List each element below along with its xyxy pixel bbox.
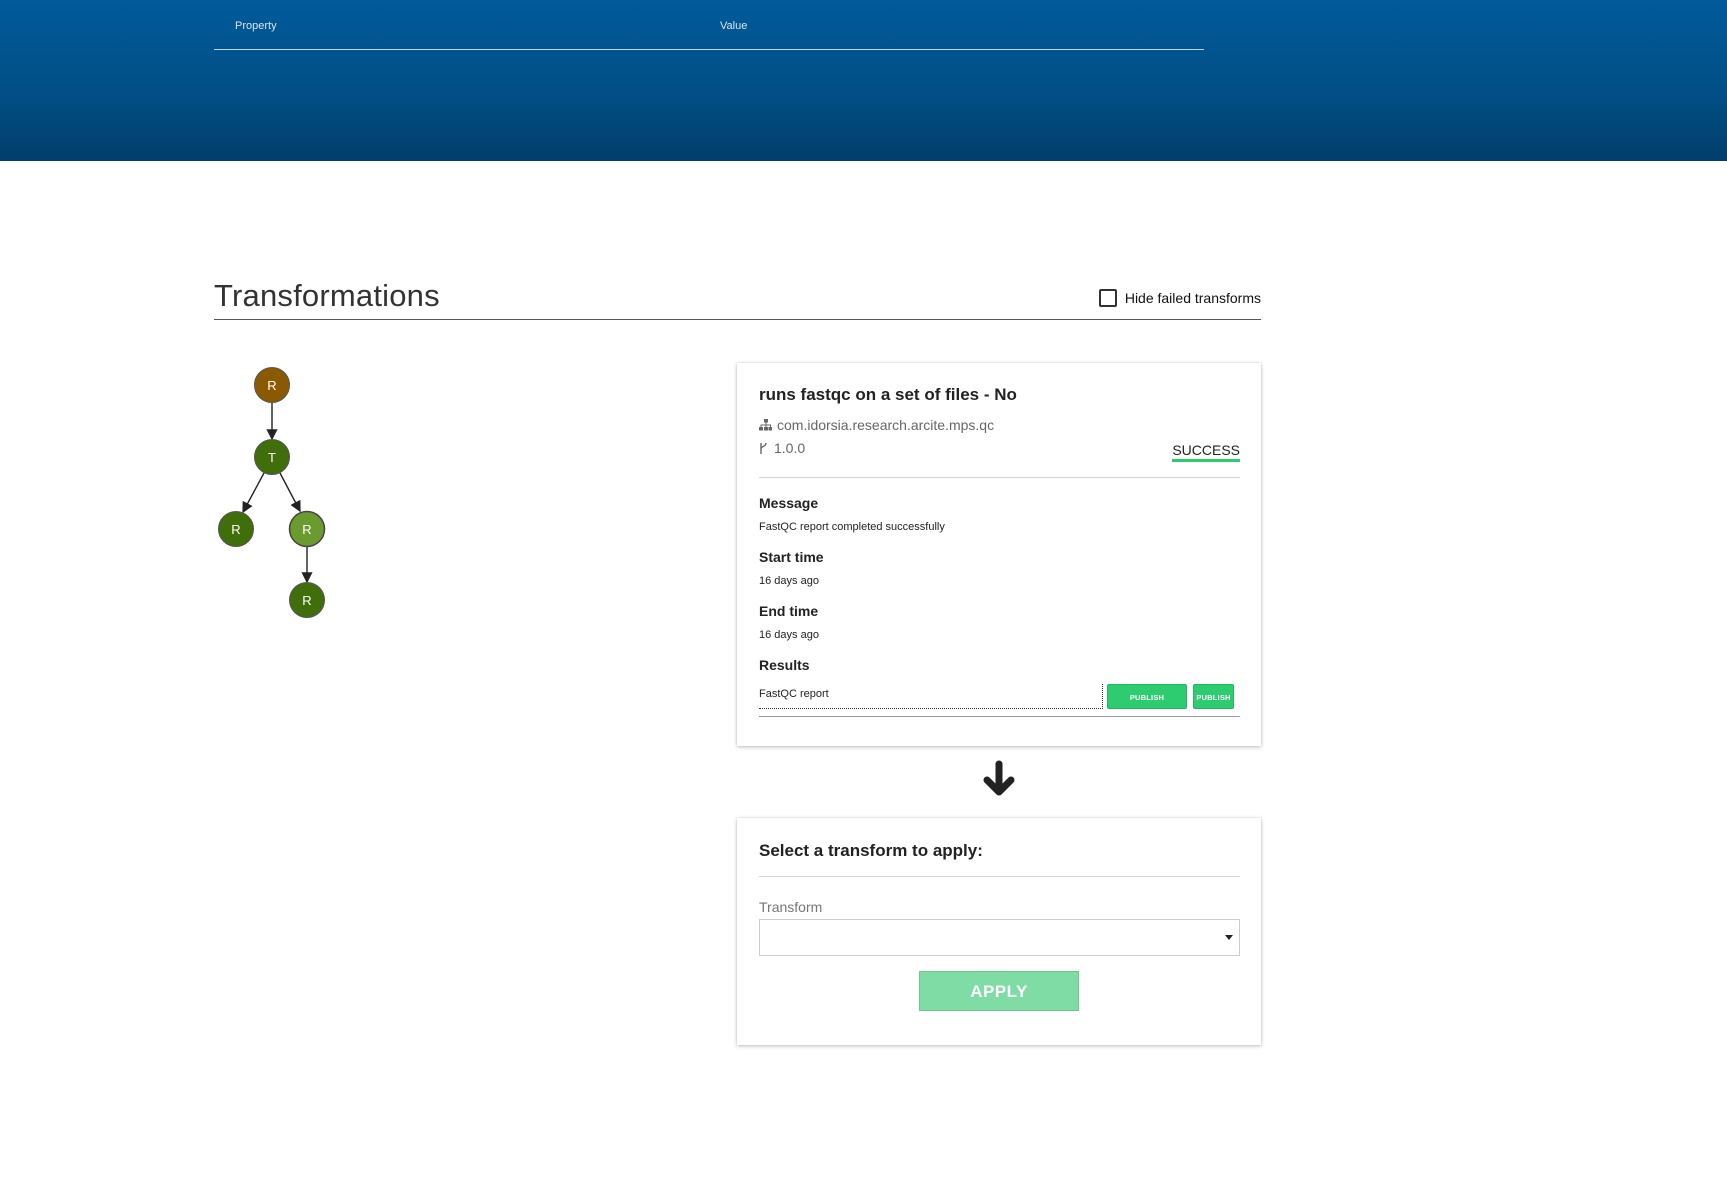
arrow-down-icon (983, 760, 1015, 796)
transform-details-card: runs fastqc on a set of files - No com.i… (737, 363, 1261, 746)
graph-node-result-left[interactable]: R (218, 511, 254, 547)
end-time-value: 16 days ago (759, 629, 819, 641)
caret-down-icon (1225, 935, 1233, 940)
transform-select[interactable] (759, 919, 1240, 956)
transformation-graph: R T R R R (218, 367, 326, 618)
svg-text:R: R (302, 593, 311, 608)
value-column-header: Value (720, 20, 748, 32)
package-name: com.idorsia.research.arcite.mps.qc (777, 417, 995, 433)
svg-text:R: R (267, 378, 276, 393)
graph-node-result-selected[interactable]: R (288, 510, 326, 548)
graph-node-raw-root[interactable]: R (254, 367, 290, 403)
graph-node-transform[interactable]: T (254, 439, 290, 475)
status-badge: SUCCESS (1172, 442, 1240, 462)
apply-card-title: Select a transform to apply: (759, 841, 983, 860)
hide-failed-checkbox[interactable] (1098, 289, 1117, 307)
transformations-section-header: Transformations Hide failed transforms (214, 272, 1261, 320)
start-time-value: 16 days ago (759, 575, 819, 587)
message-value: FastQC report completed successfully (759, 521, 945, 533)
divider (759, 876, 1240, 877)
publish-globally-button[interactable]: PUBLISH GLOBALLY (1107, 684, 1187, 727)
hide-failed-label: Hide failed transforms (1124, 290, 1261, 306)
result-row: FastQC report PUBLISH GLOBALLY PUBLISH (759, 682, 1240, 727)
section-title: Transformations (214, 278, 440, 313)
property-table-header: Property Value (214, 18, 1204, 50)
hide-failed-toggle[interactable]: Hide failed transforms (1098, 289, 1261, 307)
apply-transform-card: Select a transform to apply: Transform A… (737, 818, 1261, 1045)
apply-button[interactable]: APPLY (919, 971, 1079, 1011)
version-line: 1.0.0 (759, 440, 805, 456)
publish-button[interactable]: PUBLISH (1193, 684, 1234, 709)
property-column-header: Property (235, 20, 277, 32)
results-label: Results (759, 657, 810, 673)
code-branch-icon (759, 442, 769, 455)
transform-field-label: Transform (759, 899, 823, 915)
result-name[interactable]: FastQC report (759, 684, 1103, 709)
sitemap-icon (759, 419, 772, 431)
svg-text:T: T (268, 450, 276, 465)
transform-title: runs fastqc on a set of files - No (759, 385, 1017, 404)
package-line: com.idorsia.research.arcite.mps.qc (759, 417, 994, 433)
graph-edge (242, 472, 265, 514)
svg-text:R: R (231, 522, 240, 537)
graph-edge (279, 472, 301, 513)
version-number: 1.0.0 (774, 440, 806, 456)
end-time-label: End time (759, 603, 819, 619)
message-label: Message (759, 495, 819, 511)
svg-text:R: R (302, 522, 311, 537)
header-banner: Property Value (0, 0, 1727, 161)
start-time-label: Start time (759, 549, 824, 565)
graph-node-result-child[interactable]: R (289, 582, 325, 618)
divider (759, 477, 1240, 478)
